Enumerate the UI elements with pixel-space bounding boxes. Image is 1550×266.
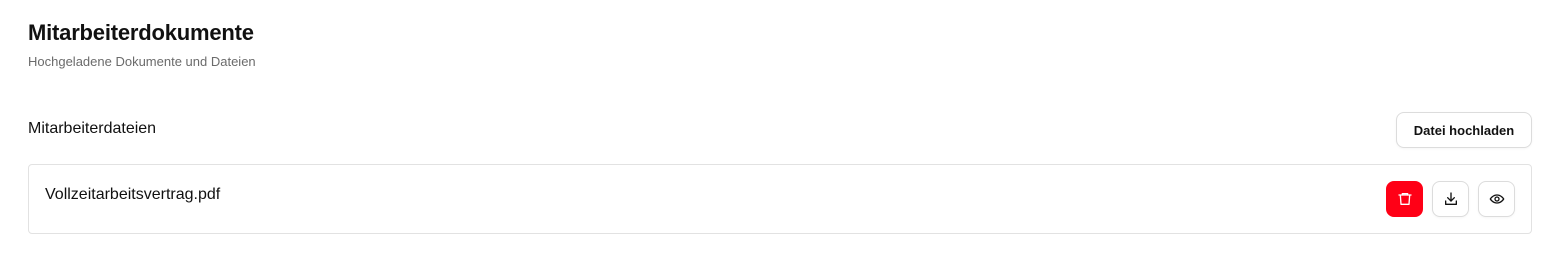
page-header: Mitarbeiterdokumente Hochgeladene Dokume… [28, 18, 256, 70]
delete-file-button[interactable] [1386, 181, 1423, 217]
trash-icon [1397, 193, 1412, 205]
file-row: Vollzeitarbeitsvertrag.pdf [28, 164, 1532, 234]
eye-icon [1489, 194, 1504, 204]
upload-file-button[interactable]: Datei hochladen [1396, 112, 1532, 148]
page-subtitle: Hochgeladene Dokumente und Dateien [28, 54, 256, 69]
page-title: Mitarbeiterdokumente [28, 20, 254, 45]
section-title: Mitarbeiterdateien [28, 120, 157, 137]
download-file-button[interactable] [1432, 181, 1469, 217]
view-file-button[interactable] [1478, 181, 1515, 217]
download-icon [1444, 192, 1457, 205]
file-actions [1386, 181, 1515, 217]
file-name: Vollzeitarbeitsvertrag.pdf [45, 186, 221, 203]
